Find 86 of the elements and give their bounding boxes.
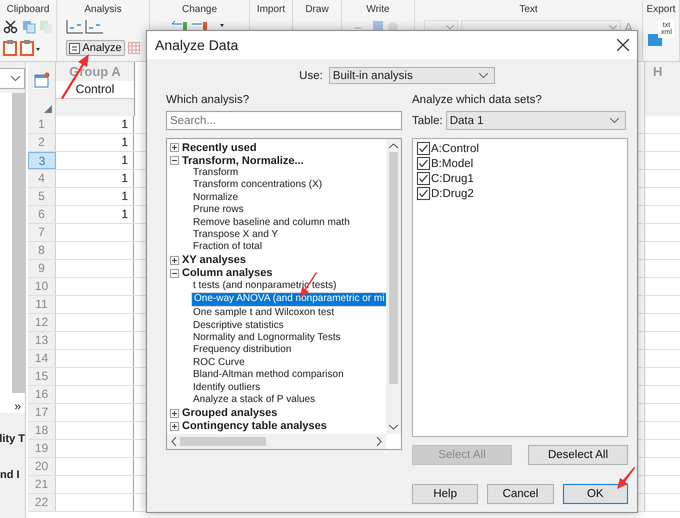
tree-item[interactable]: ROC Curve xyxy=(191,356,245,370)
scrollbar[interactable] xyxy=(386,139,401,434)
tree-item[interactable]: Fraction of total xyxy=(191,241,262,254)
table-cell: 1 xyxy=(56,170,134,187)
minus-icon[interactable] xyxy=(170,156,179,165)
plus-icon[interactable] xyxy=(170,408,179,418)
plus-icon[interactable] xyxy=(170,256,179,265)
checkbox[interactable] xyxy=(417,142,430,155)
tree-item[interactable]: Transpose X and Y xyxy=(191,229,278,242)
dataset-label: D:Drug2 xyxy=(431,188,474,200)
dialog-button[interactable]: OK xyxy=(562,484,628,504)
annotation-arrow xyxy=(617,467,635,489)
dataset-label: B:Model xyxy=(431,158,474,170)
tree-item[interactable]: Normalize xyxy=(191,192,238,204)
ribbon-group-label: Text xyxy=(519,3,538,16)
tree-item[interactable]: Identify outliers xyxy=(191,382,260,394)
ribbon-group-label: Change xyxy=(182,3,218,16)
dialog-button[interactable]: Cancel xyxy=(487,484,554,504)
ribbon-group-label: Export xyxy=(646,3,676,16)
section-label: Which analysis? xyxy=(166,94,250,106)
tree-item[interactable]: Transform concentrations (X) xyxy=(191,179,322,192)
tree-item[interactable]: Normality and Lognormality Tests xyxy=(191,332,341,344)
table-cell: 1 xyxy=(56,206,134,223)
deselect-all-button[interactable]: Deselect All xyxy=(528,445,628,465)
table-cell: 1 xyxy=(56,116,134,133)
caret-icon xyxy=(610,118,619,123)
paste-icon xyxy=(39,20,53,34)
dataset-label: A:Control xyxy=(431,142,479,154)
table-icon[interactable] xyxy=(34,72,50,88)
ribbon-group-label: Draw xyxy=(305,3,329,16)
ribbon-group-label: Import xyxy=(256,3,286,16)
plus-icon[interactable] xyxy=(170,143,179,152)
tree-item[interactable]: Prune rows xyxy=(191,204,244,217)
caret-icon xyxy=(446,25,454,30)
scrollbar[interactable] xyxy=(167,434,386,449)
search-field[interactable]: Search... xyxy=(166,111,402,130)
caret-icon xyxy=(609,25,618,30)
tree-group[interactable]: Recently used xyxy=(167,141,386,154)
tree-item[interactable]: One-way ANOVA (and nonparametric or mi xyxy=(191,292,388,308)
tree-item[interactable]: Transform xyxy=(191,167,238,180)
dataset-label: C:Drug1 xyxy=(431,172,474,184)
navigator-dropdown[interactable] xyxy=(0,68,25,89)
scrollbar[interactable] xyxy=(12,93,25,393)
ribbon-group-label: Write xyxy=(366,3,390,16)
tree-item[interactable]: Frequency distribution xyxy=(191,344,292,357)
clipboard-icon[interactable] xyxy=(20,40,42,56)
tree-group[interactable]: Contingency table analyses xyxy=(167,420,386,432)
caret-icon xyxy=(478,73,488,78)
minus-icon[interactable] xyxy=(170,268,179,278)
clipboard-icon[interactable] xyxy=(3,40,17,56)
use-dropdown[interactable]: Built-in analysis xyxy=(328,67,495,84)
tree-group[interactable]: Transform, Normalize... xyxy=(167,154,386,167)
table-dropdown[interactable]: Data 1 xyxy=(446,111,626,130)
tree-group[interactable]: XY analyses xyxy=(167,254,386,267)
table-cell: 1 xyxy=(56,134,134,151)
dialog-button[interactable]: Help xyxy=(412,484,478,504)
table-label: Table: xyxy=(412,114,443,126)
tree-item[interactable]: Analyze a stack of P values xyxy=(191,394,316,406)
expand-toggle[interactable]: » xyxy=(0,393,25,413)
column-subtitle: Control xyxy=(74,81,116,98)
analyze-button[interactable]: Analyze xyxy=(66,40,125,56)
section-label: Analyze which data sets? xyxy=(412,94,543,106)
checkbox[interactable] xyxy=(417,172,430,185)
checkbox[interactable] xyxy=(417,187,430,200)
tree-group[interactable]: Column analyses xyxy=(167,266,386,280)
table-cell: 1 xyxy=(56,152,134,169)
corner-triangle-icon xyxy=(44,105,52,113)
ribbon-group-label: Analysis xyxy=(84,3,122,16)
use-label: Use: xyxy=(299,70,323,82)
chart-lines-icon[interactable] xyxy=(66,20,104,34)
tree-group[interactable]: Grouped analyses xyxy=(167,406,386,420)
ribbon-group-label: Clipboard xyxy=(6,3,50,16)
tree-item[interactable]: Remove baseline and column math xyxy=(191,216,350,230)
plus-icon[interactable] xyxy=(170,422,179,430)
checkbox[interactable] xyxy=(417,157,430,170)
scissors-icon[interactable] xyxy=(3,20,19,34)
tree-item[interactable]: Bland-Altman method comparison xyxy=(191,369,344,382)
list-icon xyxy=(69,42,80,54)
caret-icon xyxy=(11,76,20,81)
table-cell: 1 xyxy=(56,188,134,205)
navigator-item[interactable]: lity T xyxy=(0,433,25,445)
close-icon[interactable] xyxy=(617,39,629,51)
navigator-item[interactable]: nd I xyxy=(0,469,25,481)
tree-item[interactable]: Descriptive statistics xyxy=(191,320,284,332)
tree-item[interactable]: One sample t and Wilcoxon test xyxy=(191,307,334,320)
dialog-title: Analyze Data xyxy=(155,37,238,53)
